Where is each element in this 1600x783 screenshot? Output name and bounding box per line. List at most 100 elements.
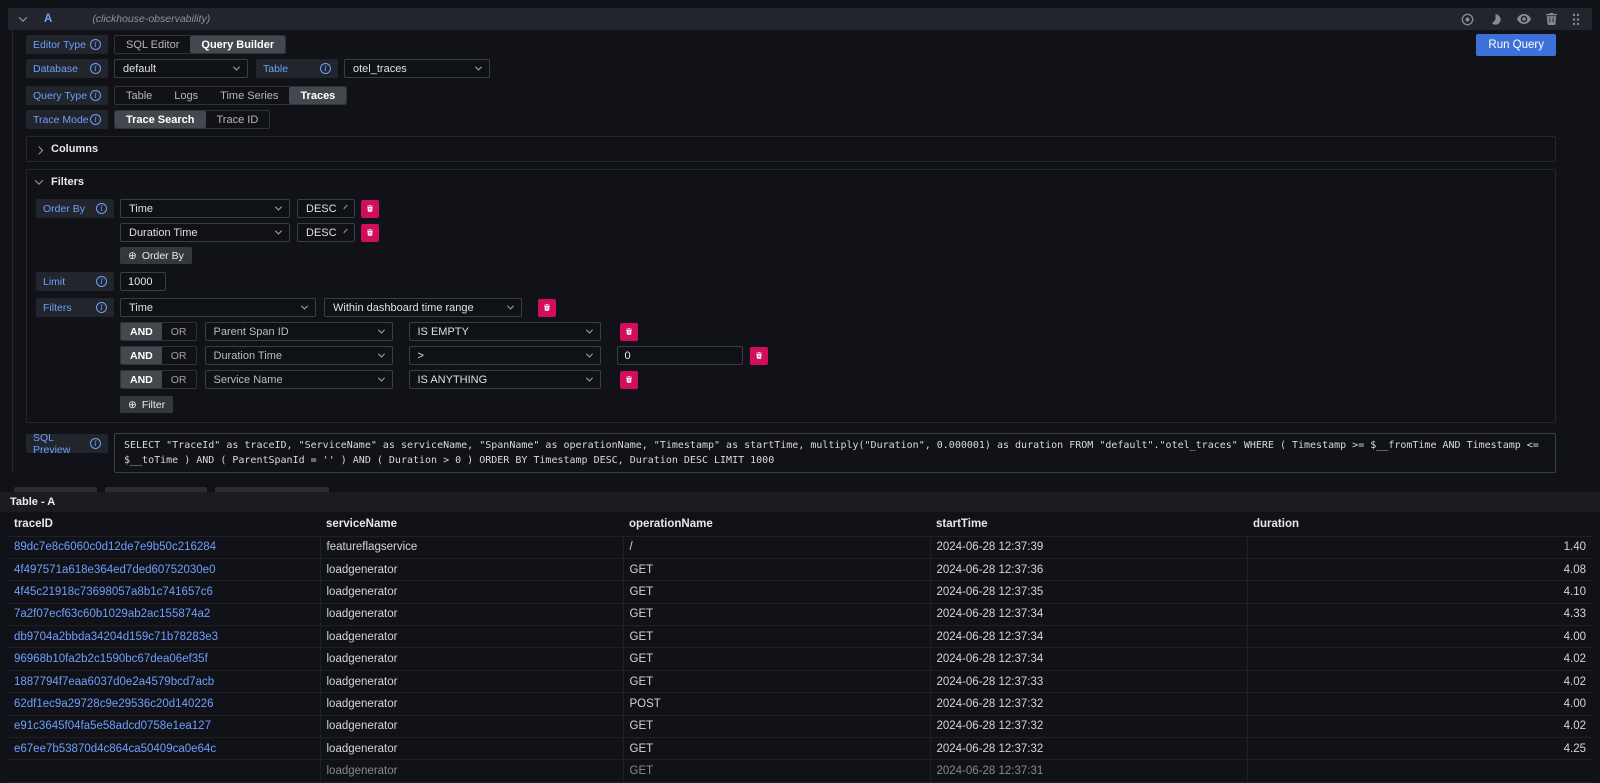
chevron-down-icon [585, 351, 592, 358]
col-header-startTime[interactable]: startTime [930, 512, 1247, 536]
columns-section-header[interactable]: Columns [36, 142, 1546, 156]
info-icon[interactable]: i [96, 276, 107, 287]
database-select[interactable]: default [114, 59, 248, 78]
order-by-direction-select[interactable]: DESC [297, 199, 355, 218]
chevron-down-icon [343, 205, 348, 210]
remove-order-by-button[interactable] [361, 224, 379, 242]
col-header-serviceName[interactable]: serviceName [320, 512, 623, 536]
run-query-button[interactable]: Run Query [1476, 34, 1556, 56]
or-option[interactable]: OR [162, 371, 196, 388]
trace-link[interactable]: 4f497571a618e364ed7ded60752030e0 [14, 564, 215, 576]
trace-link[interactable]: 62df1ec9a29728c9e29536c20d140226 [14, 698, 214, 710]
filters-section: Filters Order By i Time DESC [26, 169, 1556, 423]
service-name-cell: loadgenerator [320, 603, 623, 625]
operation-name-cell: / [623, 536, 930, 558]
query-type-table[interactable]: Table [115, 87, 163, 104]
remove-filter-button[interactable] [750, 347, 768, 365]
chevron-down-icon [585, 327, 592, 334]
remove-order-by-button[interactable] [361, 200, 379, 218]
query-type-time-series[interactable]: Time Series [209, 87, 289, 104]
drag-handle-icon[interactable] [1572, 13, 1580, 26]
duration-cell: 4.00 [1247, 693, 1592, 715]
info-icon[interactable]: i [90, 90, 101, 101]
order-by-direction-select[interactable]: DESC [297, 223, 355, 242]
filter-operator-select[interactable]: IS ANYTHING [409, 370, 601, 389]
limit-row: Limit i [36, 272, 1546, 291]
filter-operator-select[interactable]: IS EMPTY [409, 322, 601, 341]
info-icon[interactable]: i [320, 63, 331, 74]
service-name-cell: featureflagservice [320, 536, 623, 558]
info-icon[interactable]: i [90, 39, 101, 50]
start-time-cell: 2024-06-28 12:37:31 [930, 760, 1247, 782]
trace-link[interactable]: 7a2f07ecf63c60b1029ab2ac155874a2 [14, 608, 210, 620]
query-builder-option[interactable]: Query Builder [190, 36, 285, 53]
duplicate-query-icon[interactable] [1489, 13, 1502, 26]
hide-query-eye-icon[interactable] [1517, 14, 1531, 24]
trace-link[interactable]: 1887794f7eaa6037d0e2a4579bcd7acb [14, 676, 214, 688]
filter-operator-select[interactable]: > [409, 346, 601, 365]
trace-link[interactable]: 89dc7e8c6060c0d12de7e9b50c216284 [14, 541, 216, 553]
or-option[interactable]: OR [162, 347, 196, 364]
col-header-duration[interactable]: duration [1247, 512, 1592, 536]
add-filter-button[interactable]: ⊕ Filter [120, 396, 173, 413]
chevron-down-icon [343, 229, 348, 234]
query-type-traces[interactable]: Traces [289, 87, 346, 104]
order-by-row-1: Order By i Time DESC [36, 199, 1546, 218]
collapse-query-icon[interactable] [19, 13, 27, 21]
trace-search-option[interactable]: Trace Search [115, 111, 206, 128]
operation-name-cell: GET [623, 670, 930, 692]
sql-editor-option[interactable]: SQL Editor [115, 36, 190, 53]
info-icon[interactable]: i [96, 203, 107, 214]
sql-preview-text[interactable]: SELECT "TraceId" as traceID, "ServiceNam… [114, 433, 1556, 473]
record-query-icon[interactable] [1461, 13, 1474, 26]
info-icon[interactable]: i [90, 438, 101, 449]
query-row-header[interactable]: A (clickhouse-observability) [8, 8, 1592, 30]
trace-link[interactable]: 4f45c21918c73698057a8b1c741657c6 [14, 586, 213, 598]
start-time-cell: 2024-06-28 12:37:33 [930, 670, 1247, 692]
remove-query-trash-icon[interactable] [1546, 13, 1557, 25]
start-time-cell: 2024-06-28 12:37:34 [930, 648, 1247, 670]
order-by-field-select[interactable]: Duration Time [120, 223, 290, 242]
or-option[interactable]: OR [162, 323, 196, 340]
trace-link[interactable]: db9704a2bbda34204d159c71b78283e3 [14, 631, 218, 643]
table-select[interactable]: otel_traces [344, 59, 490, 78]
info-icon[interactable]: i [90, 114, 101, 125]
and-option[interactable]: AND [121, 347, 162, 364]
table-row: e67ee7b53870d4c864ca50409ca0e64c loadgen… [8, 738, 1592, 760]
and-or-switch: AND OR [120, 370, 197, 389]
sql-preview-label: SQL Preview i [26, 434, 108, 453]
and-option[interactable]: AND [121, 323, 162, 340]
add-order-by-button[interactable]: ⊕ Order By [120, 247, 192, 264]
trace-link[interactable]: 96968b10fa2b2c1590bc67dea06ef35f [14, 653, 208, 665]
filter-field-select[interactable]: Duration Time [205, 346, 393, 365]
col-header-operationName[interactable]: operationName [623, 512, 930, 536]
info-icon[interactable]: i [96, 302, 107, 313]
trace-link[interactable]: e91c3645f04fa5e58adcd0758e1ea127 [14, 720, 211, 732]
and-option[interactable]: AND [121, 371, 162, 388]
col-header-traceID[interactable]: traceID [8, 512, 320, 536]
query-editor-body: Editor Type i SQL Editor Query Builder R… [12, 30, 1592, 473]
filter-operator-select[interactable]: Within dashboard time range [324, 298, 522, 317]
info-icon[interactable]: i [90, 63, 101, 74]
filter-value-input[interactable] [617, 346, 743, 365]
duration-cell: 4.10 [1247, 581, 1592, 603]
filters-section-header[interactable]: Filters [36, 175, 1546, 189]
limit-input[interactable] [120, 272, 166, 291]
table-row: db9704a2bbda34204d159c71b78283e3 loadgen… [8, 626, 1592, 648]
table-row: 62df1ec9a29728c9e29536c20d140226 loadgen… [8, 693, 1592, 715]
duration-cell [1247, 760, 1592, 782]
chevron-down-icon [233, 64, 240, 71]
filter-field-select[interactable]: Parent Span ID [205, 322, 393, 341]
query-type-logs[interactable]: Logs [163, 87, 209, 104]
service-name-cell: loadgenerator [320, 693, 623, 715]
filter-field-select[interactable]: Service Name [205, 370, 393, 389]
remove-filter-button[interactable] [620, 371, 638, 389]
trace-id-option[interactable]: Trace ID [206, 111, 270, 128]
and-or-switch: AND OR [120, 346, 197, 365]
remove-filter-button[interactable] [620, 323, 638, 341]
order-by-field-select[interactable]: Time [120, 199, 290, 218]
filter-field-select[interactable]: Time [120, 298, 316, 317]
trace-link[interactable]: e67ee7b53870d4c864ca50409ca0e64c [14, 743, 216, 755]
duration-cell: 4.00 [1247, 626, 1592, 648]
remove-filter-button[interactable] [538, 299, 556, 317]
